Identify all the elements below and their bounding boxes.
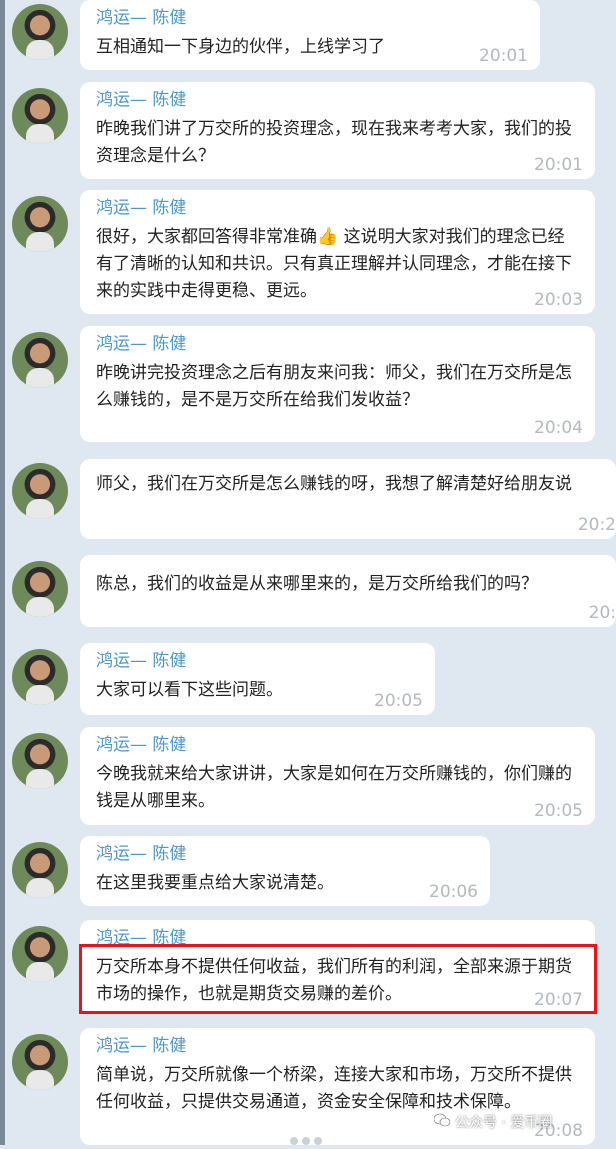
avatar[interactable]: [12, 1034, 68, 1090]
sender-name[interactable]: 鸿运— 陈健: [96, 842, 474, 866]
message-bubble[interactable]: 鸿运— 陈健 今晚我就来给大家讲讲，大家是如何在万交所赚钱的，你们赚的钱是从哪里…: [80, 727, 595, 825]
avatar[interactable]: [12, 842, 68, 898]
avatar[interactable]: [12, 926, 68, 982]
message-bubble[interactable]: 鸿运— 陈健 很好，大家都回答得非常准确👍 这说明大家对我们的理念已经有了清晰的…: [80, 190, 595, 314]
message-text: 大家可以看下这些问题。: [96, 680, 283, 700]
message-text: 互相通知一下身边的伙伴，上线学习了: [96, 37, 385, 57]
message-time: 20:03: [534, 290, 583, 310]
message-bubble[interactable]: 陈总，我们的收益是从来哪里来的，是万交所给我们的吗？ 20:: [80, 555, 616, 627]
sender-name[interactable]: 鸿运— 陈健: [96, 6, 524, 30]
avatar[interactable]: [12, 649, 68, 705]
avatar[interactable]: [12, 463, 68, 519]
message-time: 20:06: [429, 882, 478, 902]
message-time: 20:05: [534, 801, 583, 821]
message-text: 今晚我就来给大家讲讲，大家是如何在万交所赚钱的，你们赚的钱是从哪里来。: [96, 764, 572, 811]
message-bubble[interactable]: 鸿运— 陈健 昨晚讲完投资理念之后有朋友来问我：师父，我们在万交所是怎么赚钱的，…: [80, 326, 595, 442]
message-time: 20:01: [534, 155, 583, 175]
message-text: 昨晚讲完投资理念之后有朋友来问我：师父，我们在万交所是怎么赚钱的，是不是万交所在…: [96, 363, 572, 410]
message-bubble[interactable]: 师父，我们在万交所是怎么赚钱的呀，我想了解清楚好给朋友说 20:2: [80, 459, 616, 539]
message-bubble[interactable]: 鸿运— 陈健 大家可以看下这些问题。 20:05: [80, 643, 435, 715]
sender-name[interactable]: 鸿运— 陈健: [96, 733, 579, 757]
avatar[interactable]: [12, 332, 68, 388]
message-time: 20:01: [479, 46, 528, 66]
message-bubble[interactable]: 鸿运— 陈健 在这里我要重点给大家说清楚。 20:06: [80, 836, 490, 906]
avatar[interactable]: [12, 88, 68, 144]
wechat-icon: [434, 1113, 450, 1127]
message-bubble[interactable]: 鸿运— 陈健 昨晚我们讲了万交所的投资理念，现在我来考考大家，我们的投资理念是什…: [80, 82, 595, 179]
message-text: 很好，大家都回答得非常准确👍 这说明大家对我们的理念已经有了清晰的认知和共识。只…: [96, 227, 572, 301]
window-edge: [0, 0, 5, 1145]
message-time: 20:2: [577, 515, 616, 535]
message-bubble[interactable]: 鸿运— 陈健 互相通知一下身边的伙伴，上线学习了 20:01: [80, 0, 540, 70]
message-time: 20:05: [374, 691, 423, 711]
avatar[interactable]: [12, 196, 68, 252]
page-dots: [290, 1130, 326, 1149]
message-text: 师父，我们在万交所是怎么赚钱的呀，我想了解清楚好给朋友说: [96, 474, 572, 494]
avatar[interactable]: [12, 561, 68, 617]
sender-name[interactable]: 鸿运— 陈健: [96, 1034, 579, 1058]
highlight-box: [79, 944, 597, 1014]
sender-name[interactable]: 鸿运— 陈健: [96, 332, 579, 356]
message-text: 陈总，我们的收益是从来哪里来的，是万交所给我们的吗？: [96, 574, 538, 594]
watermark: 公众号 · 爱币圈: [455, 1115, 553, 1131]
avatar[interactable]: [12, 4, 68, 60]
sender-name[interactable]: 鸿运— 陈健: [96, 649, 419, 673]
message-text: 简单说，万交所就像一个桥梁，连接大家和市场，万交所不提供任何收益，只提供交易通道…: [96, 1065, 572, 1112]
sender-name[interactable]: 鸿运— 陈健: [96, 88, 579, 112]
message-text: 昨晚我们讲了万交所的投资理念，现在我来考考大家，我们的投资理念是什么？: [96, 119, 572, 166]
sender-name[interactable]: 鸿运— 陈健: [96, 196, 579, 220]
avatar[interactable]: [12, 733, 68, 789]
message-time: 20:: [588, 603, 616, 623]
message-time: 20:04: [534, 418, 583, 438]
message-text: 在这里我要重点给大家说清楚。: [96, 873, 334, 893]
